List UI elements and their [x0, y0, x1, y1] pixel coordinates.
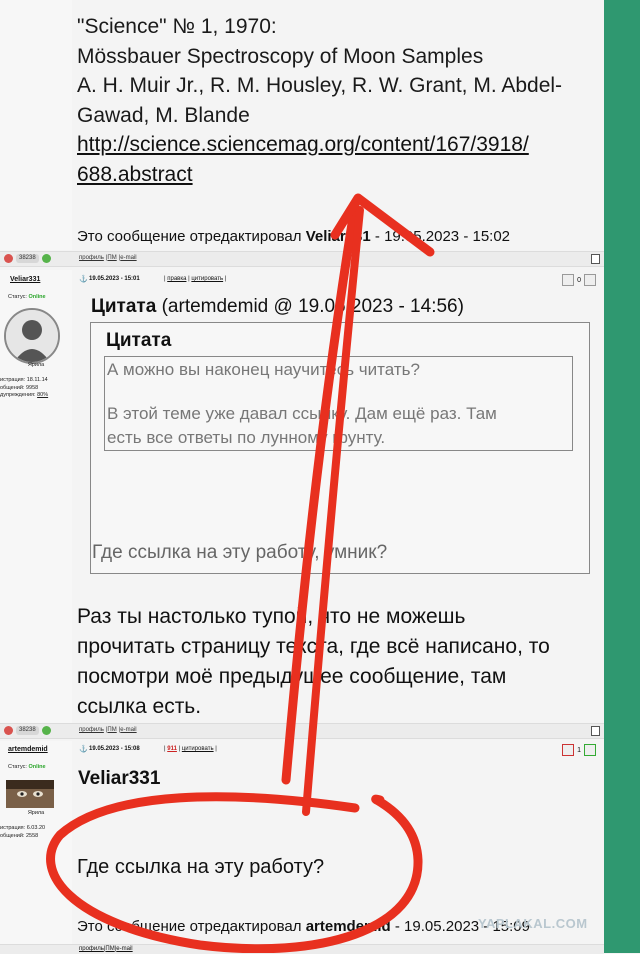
- pm-link[interactable]: ПМ: [107, 255, 116, 261]
- karma-plus-icon[interactable]: [584, 274, 596, 286]
- post3-header: artemdemid ⚓ 19.05.2023 - 15:08 | 911 | …: [0, 741, 604, 759]
- post2-line: прочитать страницу текста, где всё напис…: [77, 635, 550, 658]
- registration-date: истрация: 6.03.20: [0, 825, 46, 831]
- post2-user-status: Статус: Online: [8, 294, 46, 300]
- user-photo-icon: [6, 780, 54, 808]
- karma-count: 1: [577, 746, 581, 754]
- quote-link[interactable]: цитировать: [191, 276, 223, 282]
- reputation-count: 38238: [16, 254, 39, 263]
- post-count: общений: 9958: [0, 384, 39, 391]
- right-scroll-panel: [604, 0, 640, 953]
- post1-line: Mössbauer Spectroscopy of Moon Samples: [77, 44, 484, 68]
- user-badge[interactable]: 911: [167, 746, 177, 752]
- post2-body: Раз ты настолько тупой, что не можешь пр…: [77, 602, 550, 722]
- post2-line: ссылка есть.: [77, 695, 202, 718]
- edit-link[interactable]: правка: [167, 276, 186, 282]
- karma-minus-icon[interactable]: [562, 744, 575, 756]
- profile-link[interactable]: профиль: [79, 255, 104, 261]
- post1-line: "Science" № 1, 1970:: [77, 15, 277, 38]
- report-flag-icon[interactable]: [591, 726, 600, 736]
- default-avatar-icon: [6, 310, 58, 362]
- karma-widget: 1: [562, 744, 596, 756]
- site-watermark: YAPLAKAL.COM: [478, 916, 588, 931]
- warnings: дупреждения: 80%: [0, 392, 49, 398]
- reputation-widget: 38238: [4, 726, 51, 735]
- user-rank: Ярила: [27, 810, 45, 816]
- edited-by-user[interactable]: artemdemid: [306, 918, 391, 935]
- post-date: 19.05.2023 - 15:01: [89, 276, 140, 282]
- post1-footer-bar: 38238 профиль |ПМ |e-mail: [0, 251, 604, 267]
- anchor-icon[interactable]: ⚓: [79, 745, 88, 753]
- post1-body: "Science" № 1, 1970: Mössbauer Spectrosc…: [77, 12, 562, 189]
- rep-plus-button[interactable]: [41, 726, 51, 735]
- anchor-icon[interactable]: ⚓: [79, 275, 88, 283]
- post3-body: Где ссылка на эту работу?: [77, 856, 325, 878]
- email-link[interactable]: e-mail: [120, 727, 136, 733]
- karma-plus-icon[interactable]: [584, 744, 596, 756]
- post3-user-status: Статус: Online: [8, 764, 46, 770]
- pm-link[interactable]: ПМ: [107, 727, 116, 733]
- pm-link[interactable]: ПМ: [105, 946, 114, 952]
- karma-widget: 0: [562, 274, 596, 286]
- post2-footer-bar: 38238 профиль |ПМ |e-mail: [0, 723, 604, 739]
- post-date: 19.05.2023 - 15:08: [89, 746, 140, 752]
- profile-link[interactable]: профиль: [79, 727, 104, 733]
- inner-quote-line: есть все ответы по лунному грунту.: [107, 428, 386, 447]
- author-column-post1: [0, 0, 72, 250]
- post-author[interactable]: artemdemid: [8, 746, 48, 753]
- email-link[interactable]: e-mail: [120, 255, 136, 261]
- user-info: истрация: 6.03.20 общений: 2558: [0, 825, 70, 840]
- quote-header: Цитата (artemdemid @ 19.05.2023 - 14:56): [91, 296, 464, 317]
- user-info: истрация: 18.11.14 общений: 9958 дупрежд…: [0, 377, 70, 400]
- post-count: общений: 2558: [0, 832, 39, 839]
- inner-quote-line: В этой теме уже давал ссылку. Дам ещё ра…: [107, 404, 497, 423]
- report-flag-icon[interactable]: [591, 254, 600, 264]
- post-actions: | правка | цитировать |: [164, 276, 227, 282]
- avatar[interactable]: [6, 780, 54, 808]
- email-link[interactable]: e-mail: [116, 946, 132, 952]
- quote-link[interactable]: цитировать: [182, 746, 214, 752]
- inner-quote-line: А можно вы наконец научитесь читать?: [107, 360, 420, 379]
- reputation-count: 38238: [16, 726, 39, 735]
- karma-count: 0: [577, 276, 581, 284]
- quoted-username[interactable]: Veliar331: [78, 768, 160, 790]
- rep-minus-button[interactable]: [4, 726, 13, 735]
- rep-minus-button[interactable]: [4, 254, 13, 263]
- edited-note-post3: Это сообщение отредактировал artemdemid …: [77, 918, 530, 935]
- post1-line: A. H. Muir Jr., R. M. Housley, R. W. Gra…: [77, 74, 563, 97]
- post2-line: посмотри моё предыдущее сообщение, там: [77, 665, 507, 688]
- post-actions: | 911 | цитировать |: [164, 746, 217, 752]
- karma-minus-icon[interactable]: [562, 274, 575, 286]
- edited-note-post1: Это сообщение отредактировал Veliar331 -…: [77, 228, 511, 245]
- registration-date: истрация: 18.11.14: [0, 377, 48, 383]
- post1-line: Gawad, M. Blande: [77, 103, 250, 127]
- post-author[interactable]: Veliar331: [10, 276, 40, 283]
- profile-link[interactable]: профиль: [79, 946, 104, 952]
- science-link[interactable]: http://science.sciencemag.org/content/16…: [77, 133, 529, 156]
- rep-plus-button[interactable]: [41, 254, 51, 263]
- inner-quote-header: Цитата: [106, 330, 172, 351]
- reputation-widget: 38238: [4, 254, 51, 263]
- edited-by-user[interactable]: Veliar331: [306, 228, 371, 245]
- post2-line: Раз ты настолько тупой, что не можешь: [77, 605, 466, 628]
- avatar[interactable]: [4, 308, 60, 364]
- user-rank: Ярила: [27, 362, 45, 368]
- post2-header: Veliar331 ⚓ 19.05.2023 - 15:01 | правка …: [0, 271, 604, 289]
- outer-quote-text: Где ссылка на эту работу, умник?: [92, 542, 388, 563]
- science-link-cont[interactable]: 688.abstract: [77, 163, 193, 186]
